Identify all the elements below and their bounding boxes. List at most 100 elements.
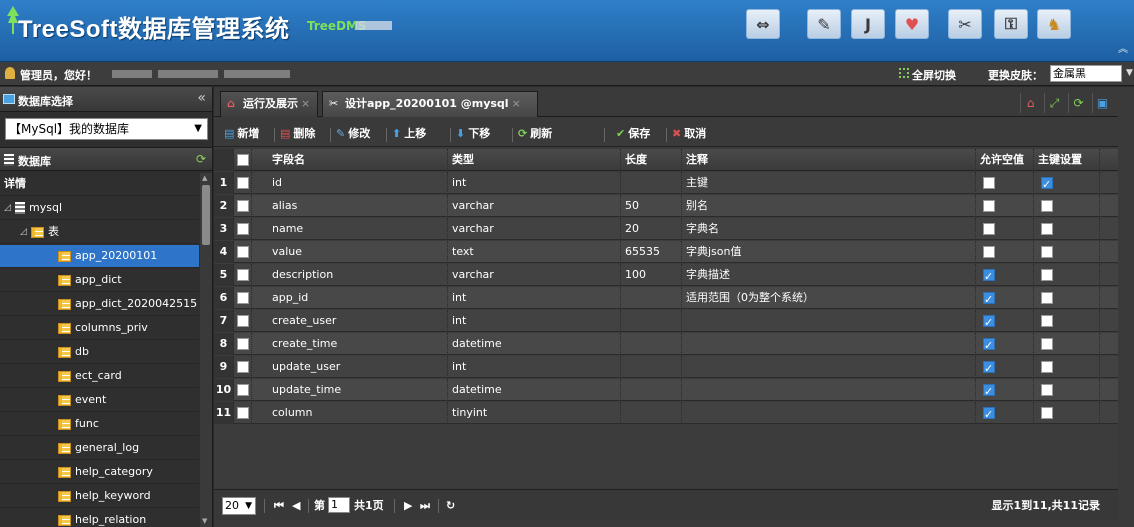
field-type-cell[interactable]: datetime [448,333,621,355]
expand-toggle-icon[interactable]: ◿ [20,221,27,243]
primary-key-checkbox[interactable] [1041,315,1053,327]
row-select-checkbox[interactable] [237,338,249,350]
primary-key-checkbox[interactable] [1041,361,1053,373]
page-size-select[interactable]: 20 ▼ [222,497,256,515]
java-icon[interactable]: J [851,9,885,39]
nullable-checkbox[interactable] [983,358,995,378]
tree-item[interactable]: ect_card [0,365,199,388]
chevron-down-icon[interactable]: ▼ [1126,68,1133,78]
tab-close-icon[interactable]: × [301,97,310,110]
row-select-checkbox[interactable] [237,200,249,212]
field-type-cell[interactable]: int [448,172,621,194]
refresh-icon[interactable]: ⟳ [1068,93,1088,113]
field-name-cell[interactable]: update_time [252,379,448,401]
tab-run-display[interactable]: ⌂ 运行及展示 × [220,91,318,117]
tree-item[interactable]: app_dict [0,269,199,292]
tab-design-table[interactable]: ✂ 设计app_20200101 @mysql × [322,91,538,117]
cancel-button[interactable]: ✖ 取消 [672,125,706,143]
field-name-cell[interactable]: name [252,218,448,240]
field-length-cell[interactable]: 100 [621,264,682,286]
tree-item[interactable]: func [0,413,199,436]
field-comment-cell[interactable] [682,310,976,332]
sidebar-scrollbar[interactable]: ▲ ▼ [200,173,212,527]
field-length-cell[interactable] [621,402,682,424]
database-select[interactable]: 【MySql】我的数据库 ▼ [5,118,208,140]
nullable-checkbox[interactable] [983,312,995,332]
move-up-button[interactable]: ⬆ 上移 [392,125,426,143]
nullable-checkbox[interactable] [983,177,995,189]
table-row[interactable]: 7 create_user int [214,310,1118,332]
reload-icon[interactable]: ↻ [446,498,455,514]
tree-item[interactable]: help_relation [0,509,199,527]
edit-button[interactable]: ✎ 修改 [336,125,370,143]
field-comment-cell[interactable] [682,402,976,424]
field-type-cell[interactable]: int [448,356,621,378]
select-all-checkbox[interactable] [237,154,249,166]
field-type-cell[interactable]: varchar [448,218,621,240]
primary-key-checkbox[interactable] [1041,338,1053,350]
row-select-checkbox[interactable] [237,292,249,304]
field-length-cell[interactable]: 65535 [621,241,682,263]
fullscreen-icon[interactable] [899,68,909,78]
field-length-cell[interactable] [621,310,682,332]
tree-item[interactable]: help_category [0,461,199,484]
row-select-checkbox[interactable] [237,269,249,281]
tree-item[interactable]: general_log [0,437,199,460]
chevron-down-icon[interactable]: ▼ [194,119,202,139]
nullable-checkbox[interactable] [983,404,995,424]
table-row[interactable]: 10 update_time datetime [214,379,1118,401]
row-select-checkbox[interactable] [237,315,249,327]
field-length-cell[interactable] [621,287,682,309]
skin-select[interactable]: 金属黑 [1050,65,1122,82]
field-name-cell[interactable]: id [252,172,448,194]
field-comment-cell[interactable]: 字典json值 [682,241,976,263]
key-icon[interactable]: ⚿ [994,9,1028,39]
primary-key-checkbox[interactable] [1041,223,1053,235]
edit-icon[interactable]: ✎ [807,9,841,39]
field-comment-cell[interactable] [682,333,976,355]
tab-close-icon[interactable]: × [512,97,521,110]
field-type-cell[interactable]: int [448,310,621,332]
primary-key-checkbox[interactable] [1041,407,1053,419]
tree-item[interactable]: 详情 [0,173,199,196]
field-length-cell[interactable] [621,172,682,194]
move-down-button[interactable]: ⬇ 下移 [456,125,490,143]
field-type-cell[interactable]: varchar [448,195,621,217]
table-row[interactable]: 3 name varchar 20 字典名 [214,218,1118,240]
row-select-checkbox[interactable] [237,246,249,258]
field-comment-cell[interactable] [682,379,976,401]
tree-item[interactable]: help_keyword [0,485,199,508]
nullable-checkbox[interactable] [983,381,995,401]
field-length-cell[interactable] [621,379,682,401]
row-select-checkbox[interactable] [237,177,249,189]
expand-toggle-icon[interactable]: ◿ [4,197,11,219]
nullable-checkbox[interactable] [983,200,995,212]
heart-icon[interactable]: ♥ [895,9,929,39]
field-name-cell[interactable]: create_user [252,310,448,332]
field-name-cell[interactable]: description [252,264,448,286]
collapse-header-icon[interactable]: ︽ [1118,40,1128,55]
field-comment-cell[interactable]: 别名 [682,195,976,217]
column-header-name[interactable]: 字段名 [252,149,448,171]
row-select-checkbox[interactable] [237,223,249,235]
column-header-primary-key[interactable]: 主键设置 [1034,149,1100,171]
nullable-checkbox[interactable] [983,246,995,258]
column-header-nullable[interactable]: 允许空值 [976,149,1034,171]
field-comment-cell[interactable]: 字典名 [682,218,976,240]
field-name-cell[interactable]: create_time [252,333,448,355]
delete-button[interactable]: ▤ 删除 [280,125,315,143]
field-comment-cell[interactable]: 主键 [682,172,976,194]
field-length-cell[interactable]: 20 [621,218,682,240]
field-comment-cell[interactable]: 字典描述 [682,264,976,286]
field-type-cell[interactable]: int [448,287,621,309]
fullscreen-toggle[interactable]: 全屏切换 [912,67,956,83]
row-select-checkbox[interactable] [237,407,249,419]
column-header-length[interactable]: 长度 [621,149,682,171]
save-button[interactable]: ✔ 保存 [616,125,650,143]
field-name-cell[interactable]: value [252,241,448,263]
table-row[interactable]: 8 create_time datetime [214,333,1118,355]
refresh-button[interactable]: ⟳ 刷新 [518,125,552,143]
field-length-cell[interactable] [621,333,682,355]
arrows-icon[interactable]: ⇔ [746,9,780,39]
field-type-cell[interactable]: tinyint [448,402,621,424]
